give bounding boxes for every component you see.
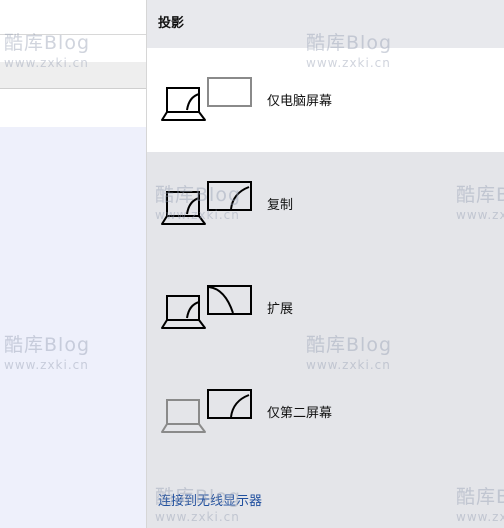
option-second-screen-only[interactable]: 仅第二屏幕 xyxy=(147,360,504,464)
background-divider xyxy=(0,34,146,35)
background-window xyxy=(0,0,146,528)
project-flyout: 投影 仅电脑屏幕 复制 扩展 仅第二屏幕 连接到无线显示器 xyxy=(146,0,504,528)
option-label: 仅电脑屏幕 xyxy=(267,94,333,109)
second-screen-only-icon xyxy=(161,389,252,433)
connect-wireless-display-link[interactable]: 连接到无线显示器 xyxy=(158,490,262,509)
option-label: 复制 xyxy=(267,198,294,213)
background-tab-bar xyxy=(0,62,146,89)
extend-icon xyxy=(161,285,252,329)
flyout-header: 投影 xyxy=(147,0,504,48)
background-header-band xyxy=(0,89,146,127)
option-duplicate[interactable]: 复制 xyxy=(147,152,504,256)
pc-screen-only-icon xyxy=(161,77,252,121)
duplicate-icon xyxy=(161,181,252,225)
background-content-area xyxy=(0,127,146,528)
option-label: 扩展 xyxy=(267,302,294,317)
option-extend[interactable]: 扩展 xyxy=(147,256,504,360)
background-toolbar xyxy=(0,0,146,62)
option-label: 仅第二屏幕 xyxy=(267,406,333,421)
flyout-title: 投影 xyxy=(158,16,185,31)
option-pc-screen-only[interactable]: 仅电脑屏幕 xyxy=(147,48,504,152)
